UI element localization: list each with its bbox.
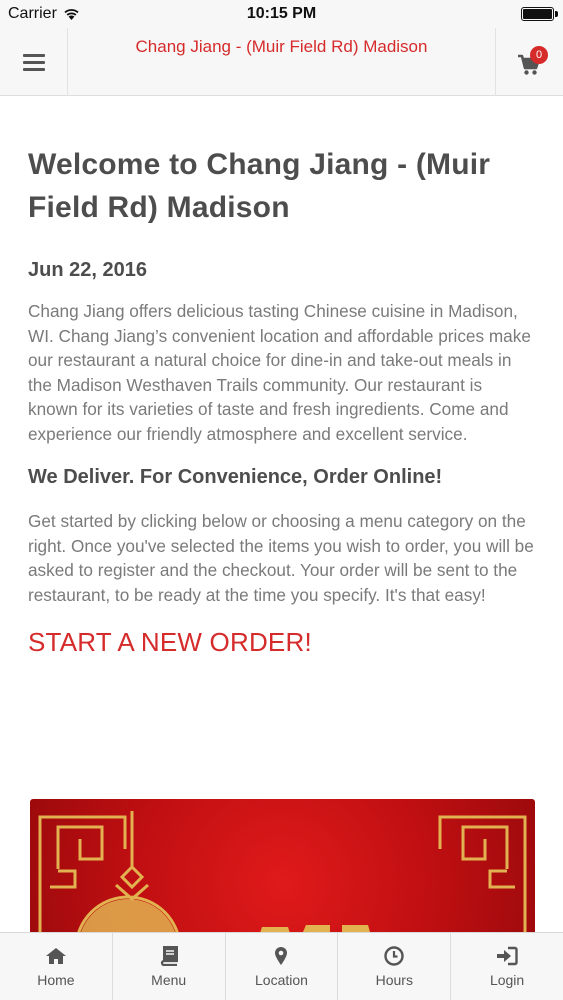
post-date: Jun 22, 2016 bbox=[28, 259, 147, 281]
login-icon bbox=[496, 945, 518, 967]
delivery-heading: We Deliver. For Convenience, Order Onlin… bbox=[28, 466, 443, 488]
tab-label-hours: Hours bbox=[375, 972, 413, 988]
tab-label-home: Home bbox=[37, 972, 75, 988]
bottom-tab-bar: Home Menu Location Hours Login bbox=[0, 932, 563, 1000]
app-header: Chang Jiang - (Muir Field Rd) Madison 0 bbox=[0, 28, 563, 96]
intro-paragraph: Chang Jiang offers delicious tasting Chi… bbox=[28, 301, 531, 444]
clock-icon bbox=[384, 945, 404, 967]
tab-label-login: Login bbox=[489, 972, 525, 988]
battery-icon bbox=[521, 7, 558, 21]
status-time: 10:15 PM bbox=[246, 5, 317, 22]
header-title: Chang Jiang - (Muir Field Rd) Madison bbox=[135, 37, 428, 56]
start-new-order-link[interactable]: START A NEW ORDER! bbox=[28, 627, 535, 658]
page-title: Welcome to Chang Jiang - (Muir Field Rd)… bbox=[28, 148, 491, 224]
cart-button[interactable]: 0 bbox=[495, 28, 563, 96]
menu-button[interactable] bbox=[0, 28, 68, 96]
hamburger-icon bbox=[22, 50, 45, 75]
instructions-paragraph: Get started by clicking below or choosin… bbox=[28, 511, 534, 605]
restaurant-banner-image bbox=[30, 799, 535, 939]
banner-ornament bbox=[38, 811, 527, 939]
home-icon bbox=[45, 945, 67, 967]
tab-location[interactable]: Location bbox=[226, 933, 339, 1000]
tab-login[interactable]: Login bbox=[451, 933, 563, 1000]
map-pin-icon bbox=[274, 945, 288, 967]
status-bar: Carrier 10:15 PM bbox=[0, 0, 563, 28]
tab-menu[interactable]: Menu bbox=[113, 933, 226, 1000]
tab-home[interactable]: Home bbox=[0, 933, 113, 1000]
book-icon bbox=[160, 945, 178, 967]
cart-count-badge: 0 bbox=[530, 46, 548, 64]
main-content: Welcome to Chang Jiang - (Muir Field Rd)… bbox=[0, 96, 563, 658]
tab-label-location: Location bbox=[255, 972, 308, 988]
tab-hours[interactable]: Hours bbox=[338, 933, 452, 1000]
tab-label-menu: Menu bbox=[151, 972, 187, 988]
